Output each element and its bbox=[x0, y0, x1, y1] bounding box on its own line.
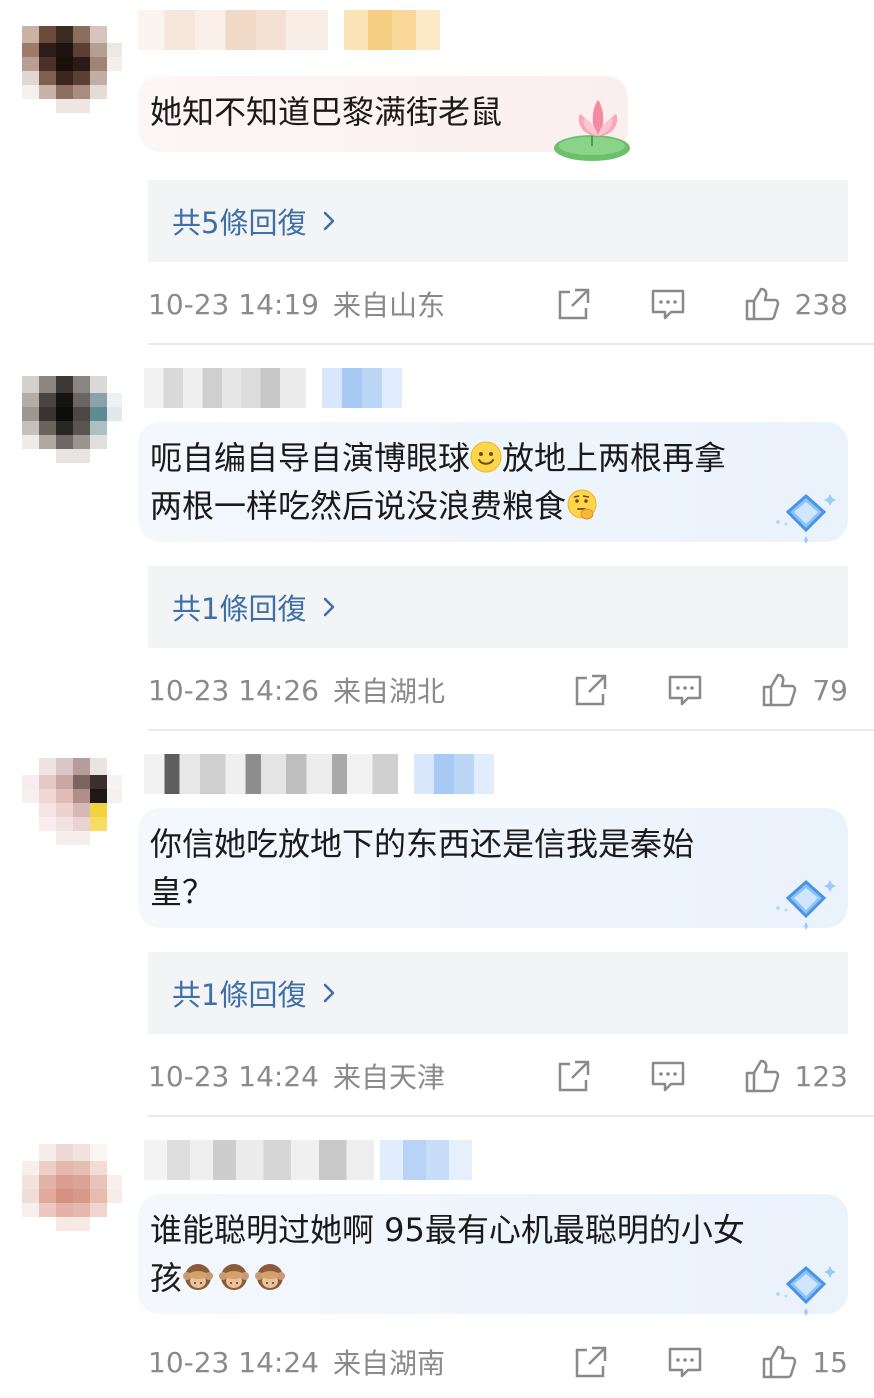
share-icon[interactable] bbox=[572, 671, 610, 709]
comment-text-segment: 呃自编自导自演博眼球 bbox=[150, 439, 471, 477]
diamond-icon bbox=[776, 1265, 836, 1316]
comment-actions: 238 bbox=[555, 282, 848, 326]
comment-icon[interactable] bbox=[666, 1343, 704, 1381]
comment-time: 10-23 14:19 bbox=[148, 287, 319, 321]
share-icon[interactable] bbox=[572, 1343, 610, 1381]
comment-actions: 79 bbox=[572, 668, 848, 712]
thumbs-up-icon[interactable] bbox=[743, 285, 781, 323]
like-count: 79 bbox=[812, 673, 848, 707]
see-no-evil-monkey-emoji bbox=[183, 1264, 214, 1290]
comment-text-line: 呃自编自导自演博眼球 放地上两根再拿 bbox=[150, 434, 834, 482]
avatar[interactable] bbox=[22, 376, 122, 476]
comment-text-segment: 两根一样吃然后说没浪费粮食 bbox=[150, 487, 567, 525]
comment-text-line: 两根一样吃然后说没浪费粮食 bbox=[150, 482, 834, 530]
comment-text-segment: 孩 bbox=[150, 1259, 183, 1297]
comment-location: 来自湖南 bbox=[332, 1347, 445, 1380]
thinking-emoji bbox=[567, 489, 597, 520]
like-count: 238 bbox=[794, 287, 848, 321]
username-redacted[interactable] bbox=[138, 368, 408, 408]
thumbs-up-icon[interactable] bbox=[743, 1057, 781, 1095]
share-icon[interactable] bbox=[555, 285, 593, 323]
see-no-evil-monkey-emoji bbox=[255, 1264, 286, 1290]
comment-location: 来自天津 bbox=[332, 1061, 445, 1094]
chevron-right-icon bbox=[324, 597, 335, 617]
chevron-right-icon bbox=[324, 983, 335, 1003]
username-redacted[interactable] bbox=[138, 754, 498, 794]
comment-icon[interactable] bbox=[649, 1057, 687, 1095]
diamond-icon bbox=[776, 879, 836, 930]
divider bbox=[148, 1115, 874, 1117]
thumbs-up-icon[interactable] bbox=[760, 1343, 798, 1381]
comment-meta: 10-23 14:26 来自湖北 79 bbox=[148, 668, 848, 712]
view-replies-button[interactable]: 共5條回復 bbox=[148, 180, 848, 262]
comment-text-line: 谁能聪明过她啊 95最有心机最聪明的小女 bbox=[150, 1211, 745, 1249]
avatar[interactable] bbox=[22, 758, 122, 858]
smile-emoji bbox=[470, 441, 502, 473]
comment-meta: 10-23 14:24 来自天津 123 bbox=[148, 1054, 848, 1098]
avatar[interactable] bbox=[22, 26, 122, 126]
comment-list: 她知不知道巴黎满街老鼠 共5條回復 10-23 14:19 来自山东 238 呃… bbox=[0, 0, 874, 1398]
avatar[interactable] bbox=[22, 1144, 122, 1244]
comment-text-line: 你信她吃放地下的东西还是信我是秦始 bbox=[150, 825, 695, 863]
comment-time: 10-23 14:26 bbox=[148, 673, 319, 707]
thumbs-up-icon[interactable] bbox=[760, 671, 798, 709]
view-replies-label: 共1條回復 bbox=[172, 978, 307, 1012]
see-no-evil-monkey-emoji bbox=[219, 1264, 250, 1290]
comment-text: 谁能聪明过她啊 95最有心机最聪明的小女 孩 bbox=[138, 1194, 848, 1316]
like-count: 123 bbox=[794, 1059, 848, 1093]
like-count: 15 bbox=[812, 1345, 848, 1379]
comment-actions: 15 bbox=[572, 1340, 848, 1384]
comment-location: 来自湖北 bbox=[332, 675, 445, 708]
comment-actions: 123 bbox=[555, 1054, 848, 1098]
view-replies-label: 共5條回復 bbox=[172, 206, 307, 240]
view-replies-button[interactable]: 共1條回復 bbox=[148, 952, 848, 1034]
lotus-icon bbox=[554, 100, 630, 161]
view-replies-button[interactable]: 共1條回復 bbox=[148, 566, 848, 648]
comment-time: 10-23 14:24 bbox=[148, 1345, 319, 1379]
comment-text: 你信她吃放地下的东西还是信我是秦始 皇？ bbox=[138, 808, 848, 930]
chevron-right-icon bbox=[324, 211, 335, 231]
view-replies-label: 共1條回復 bbox=[172, 592, 307, 626]
comment-item: 她知不知道巴黎满街老鼠 共5條回復 10-23 14:19 来自山东 238 bbox=[0, 0, 874, 386]
comment-text-line: 孩 bbox=[150, 1254, 834, 1302]
comment-meta: 10-23 14:24 来自湖南 15 bbox=[148, 1340, 848, 1384]
comment-time: 10-23 14:24 bbox=[148, 1059, 319, 1093]
username-redacted[interactable] bbox=[138, 10, 448, 50]
comment-text: 呃自编自导自演博眼球 放地上两根再拿 两根一样吃然后说没浪费粮食 bbox=[138, 422, 848, 544]
comment-location: 来自山东 bbox=[332, 289, 445, 322]
comment-text-line: 她知不知道巴黎满街老鼠 bbox=[150, 93, 503, 131]
comment-text-segment: 放地上两根再拿 bbox=[502, 439, 727, 477]
diamond-icon bbox=[776, 493, 836, 544]
comment-meta: 10-23 14:19 来自山东 238 bbox=[148, 282, 848, 326]
comment-icon[interactable] bbox=[666, 671, 704, 709]
comment-icon[interactable] bbox=[649, 285, 687, 323]
comment-text-line: 皇？ bbox=[150, 873, 215, 911]
username-redacted[interactable] bbox=[138, 1140, 478, 1180]
divider bbox=[148, 343, 874, 345]
divider bbox=[148, 729, 874, 731]
share-icon[interactable] bbox=[555, 1057, 593, 1095]
